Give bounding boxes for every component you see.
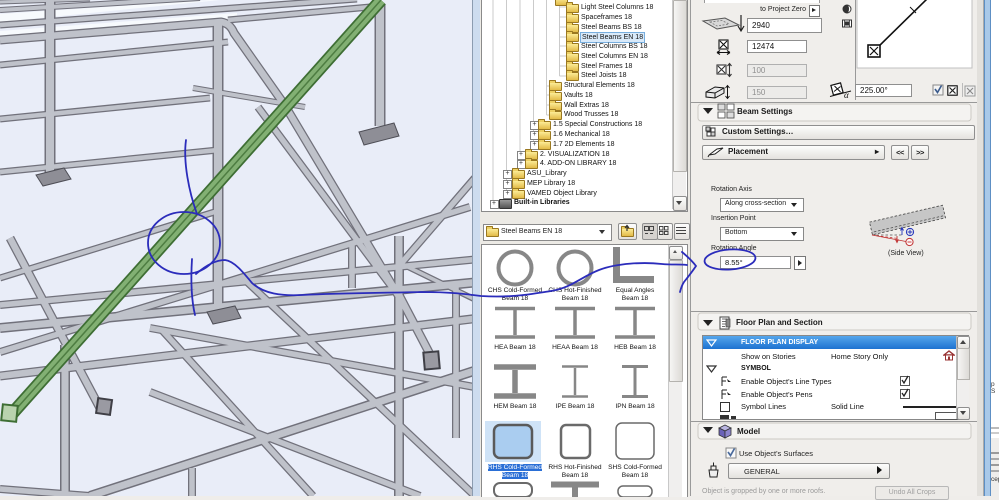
svg-text:α: α [844,90,849,100]
